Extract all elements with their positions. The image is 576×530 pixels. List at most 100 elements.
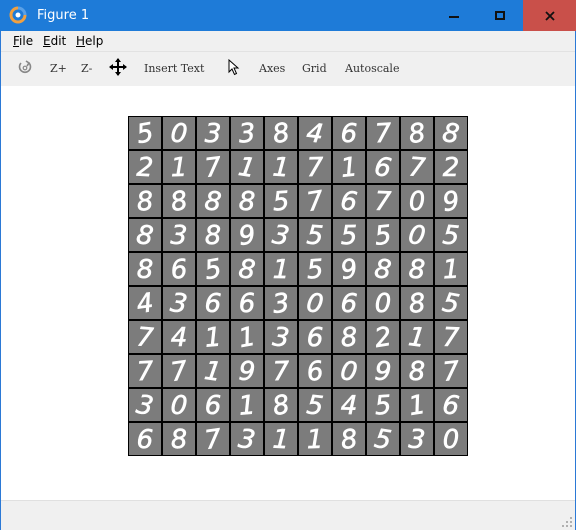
digit-glyph: 9 — [238, 357, 256, 388]
digit-cell: 6 — [163, 253, 195, 286]
digit-cell: 8 — [333, 321, 365, 354]
axes-button[interactable]: Axes — [259, 62, 285, 75]
digit-cell: 1 — [231, 321, 263, 354]
digit-cell: 7 — [401, 151, 433, 184]
digit-cell: 1 — [401, 321, 433, 354]
digit-cell: 8 — [367, 253, 399, 286]
digit-cell: 6 — [333, 287, 365, 320]
digit-cell: 0 — [401, 219, 433, 252]
digit-cell: 7 — [299, 151, 331, 183]
toolbar: Z+ Z- Insert Text Axes Grid Autoscale — [1, 51, 575, 87]
digit-glyph: 1 — [339, 152, 359, 184]
digit-glyph: 8 — [408, 357, 425, 387]
digit-glyph: 7 — [407, 152, 427, 183]
digit-glyph: 5 — [340, 221, 357, 251]
digit-cell: 3 — [197, 117, 229, 149]
digit-cell: 5 — [367, 219, 399, 252]
digit-cell: 8 — [129, 185, 161, 218]
digit-glyph: 0 — [169, 390, 188, 421]
digit-glyph: 5 — [373, 220, 393, 252]
digit-cell: 1 — [435, 253, 467, 286]
pan-arrows-icon — [109, 58, 127, 76]
digit-glyph: 3 — [238, 118, 257, 149]
digit-glyph: 7 — [374, 187, 392, 218]
digit-cell: 3 — [163, 219, 195, 252]
digit-cell: 8 — [265, 117, 297, 150]
digit-glyph: 8 — [170, 425, 188, 456]
digit-glyph: 3 — [170, 221, 188, 252]
digit-glyph: 8 — [136, 186, 155, 217]
minimize-button[interactable] — [431, 0, 477, 31]
digit-cell: 1 — [401, 389, 433, 422]
title-bar[interactable]: Figure 1 — [0, 0, 576, 31]
digit-glyph: 7 — [135, 322, 155, 353]
digit-glyph: 1 — [306, 425, 324, 456]
autoscale-button[interactable]: Autoscale — [345, 62, 399, 75]
digit-cell: 1 — [231, 151, 263, 184]
close-button[interactable] — [523, 0, 576, 31]
zoom-in-button[interactable]: Z+ — [50, 62, 67, 75]
digit-cell: 0 — [163, 117, 195, 150]
digit-cell: 5 — [367, 389, 399, 422]
menu-help[interactable]: Help — [76, 34, 103, 48]
digit-cell: 5 — [299, 389, 331, 422]
pan-button[interactable] — [109, 58, 127, 81]
digit-cell: 0 — [163, 389, 195, 422]
digit-cell: 0 — [401, 185, 433, 218]
digit-cell: 4 — [333, 389, 365, 421]
rotate-button[interactable] — [17, 59, 33, 80]
digit-cell: 7 — [367, 185, 399, 218]
digit-glyph: 6 — [306, 323, 323, 353]
select-button[interactable] — [228, 58, 240, 81]
figure-canvas[interactable]: 5033846788217117167288885767098389355505… — [1, 86, 575, 500]
digit-image-grid: 5 0 3 3 8 4 6 7 8 82 1 7 1 1 7 1 6 7 28 8 8 8 5 7 6 7 0 98 3 8 9 3 5 5 5 0 5… — [128, 116, 468, 456]
menu-file[interactable]: File — [13, 34, 33, 48]
insert-text-button[interactable]: Insert Text — [144, 62, 204, 75]
digit-glyph: 7 — [306, 153, 324, 183]
grid-button[interactable]: Grid — [302, 62, 327, 75]
digit-cell: 7 — [435, 321, 467, 354]
digit-glyph: 1 — [170, 153, 188, 184]
digit-cell: 4 — [129, 287, 161, 320]
digit-cell: 6 — [299, 355, 331, 388]
digit-cell: 5 — [435, 219, 467, 252]
resize-grip-icon[interactable] — [561, 516, 573, 528]
digit-cell: 3 — [129, 389, 161, 422]
digit-cell: 7 — [129, 321, 161, 354]
digit-cell: 7 — [197, 423, 229, 456]
digit-glyph: 8 — [204, 221, 222, 252]
digit-glyph: 6 — [170, 254, 189, 285]
digit-cell: 0 — [435, 423, 467, 455]
digit-cell: 6 — [129, 423, 161, 456]
menu-bar: File Edit Help — [1, 31, 575, 51]
digit-cell: 0 — [367, 287, 399, 319]
digit-glyph: 6 — [340, 288, 359, 319]
digit-cell: 3 — [401, 423, 433, 456]
digit-cell: 9 — [231, 219, 263, 252]
digit-cell: 8 — [401, 355, 433, 387]
digit-glyph: 8 — [203, 186, 223, 218]
digit-glyph: 7 — [442, 323, 460, 354]
close-icon — [544, 10, 555, 21]
digit-cell: 5 — [197, 253, 229, 286]
digit-cell: 2 — [367, 321, 399, 354]
digit-cell: 8 — [333, 423, 365, 456]
digit-glyph: 2 — [443, 153, 460, 183]
digit-glyph: 2 — [136, 153, 154, 184]
digit-glyph: 3 — [408, 424, 427, 455]
zoom-out-button[interactable]: Z- — [81, 62, 92, 75]
menu-edit[interactable]: Edit — [43, 34, 66, 48]
digit-cell: 8 — [231, 185, 263, 217]
digit-glyph: 4 — [340, 391, 357, 421]
rotate-icon — [18, 60, 32, 74]
digit-cell: 6 — [367, 151, 399, 184]
maximize-button[interactable] — [477, 0, 523, 31]
digit-cell: 1 — [299, 423, 331, 456]
digit-cell: 3 — [163, 287, 195, 320]
digit-cell: 1 — [197, 321, 229, 354]
digit-cell: 8 — [265, 389, 297, 422]
digit-glyph: 0 — [374, 289, 391, 319]
digit-glyph: 3 — [204, 119, 221, 149]
client-area: File Edit Help Z+ Z- Insert Text Axes Gr… — [1, 31, 575, 530]
digit-glyph: 1 — [204, 322, 223, 353]
